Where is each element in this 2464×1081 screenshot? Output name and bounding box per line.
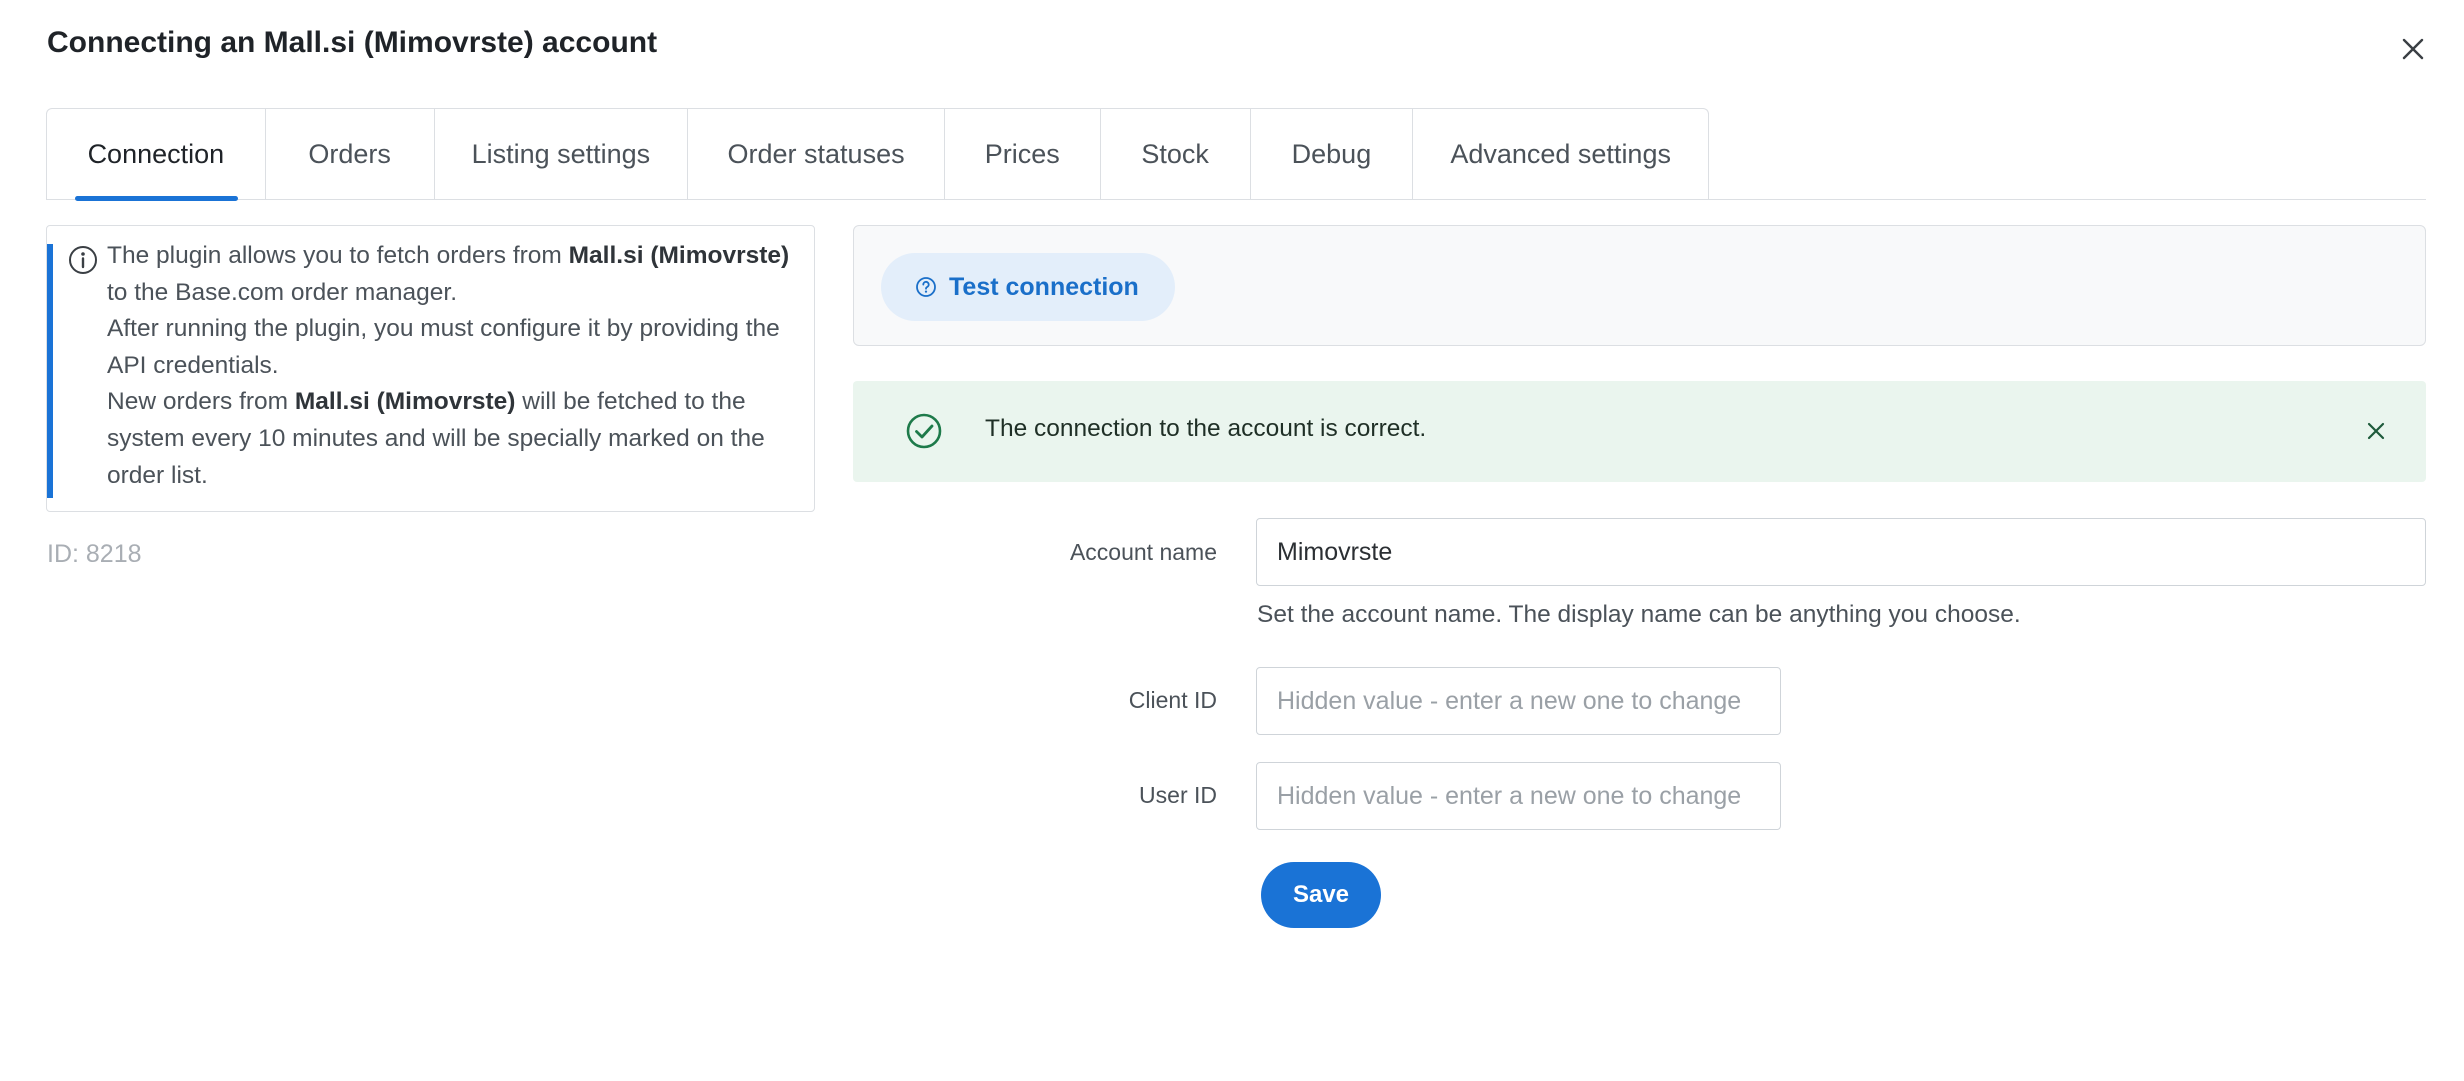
plugin-info-box: The plugin allows you to fetch orders fr… <box>46 225 815 512</box>
account-name-label: Account name <box>1069 539 1217 565</box>
info-accent-bar <box>47 244 53 498</box>
test-connection-panel: Test connection <box>853 225 2426 346</box>
client-id-input[interactable] <box>1256 667 1781 735</box>
save-button[interactable]: Save <box>1261 862 1381 928</box>
connection-modal: Connecting an Mall.si (Mimovrste) accoun… <box>0 0 2464 1081</box>
client-id-label: Client ID <box>1128 687 1217 713</box>
account-name-input[interactable] <box>1256 518 2426 586</box>
info-text-segment: to the Base.com order manager. <box>107 278 457 306</box>
info-text-segment: New orders from <box>107 388 295 416</box>
tab-label: Listing settings <box>471 138 651 169</box>
tab-bar: Connection Orders Listing settings Order… <box>46 108 2426 201</box>
info-text: The plugin allows you to fetch orders fr… <box>107 238 807 494</box>
info-paragraph-2: After running the plugin, you must confi… <box>107 315 780 379</box>
info-marketplace-name: Mall.si (Mimovrste) <box>294 388 516 416</box>
test-connection-label: Test connection <box>949 272 1139 301</box>
close-modal-button[interactable] <box>2398 34 2428 64</box>
info-marketplace-name: Mall.si (Mimovrste) <box>568 242 790 269</box>
account-id-label: ID: 8218 <box>47 540 142 568</box>
tab-orders[interactable]: Orders <box>266 109 435 199</box>
tab-label: Advanced settings <box>1450 138 1671 169</box>
test-connection-button[interactable]: Test connection <box>881 253 1175 321</box>
account-name-help-text: Set the account name. The display name c… <box>1257 601 2021 628</box>
tab-label: Debug <box>1291 138 1372 169</box>
tab-label: Orders <box>308 138 391 169</box>
tab-listing-settings[interactable]: Listing settings <box>435 109 689 199</box>
info-text-segment: The plugin allows you to fetch orders fr… <box>107 242 569 269</box>
tab-label: Connection <box>87 138 225 169</box>
tab-label: Prices <box>984 138 1060 169</box>
tab-label: Order statuses <box>727 138 905 169</box>
check-circle-icon <box>906 413 942 449</box>
modal-title: Connecting an Mall.si (Mimovrste) accoun… <box>47 26 658 59</box>
alert-message: The connection to the account is correct… <box>985 415 1427 442</box>
close-icon <box>2402 38 2424 60</box>
tab-debug[interactable]: Debug <box>1251 109 1414 199</box>
success-alert: The connection to the account is correct… <box>853 381 2426 482</box>
tab-prices[interactable]: Prices <box>945 109 1101 199</box>
close-alert-icon[interactable] <box>2363 418 2389 444</box>
user-id-label: User ID <box>1139 782 1217 808</box>
tab-order-statuses[interactable]: Order statuses <box>688 109 945 199</box>
tab-connection[interactable]: Connection <box>47 109 266 201</box>
tab-label: Stock <box>1141 138 1209 169</box>
info-paragraph-3: New orders from Mall.si (Mimovrste) will… <box>107 384 807 494</box>
question-circle-icon <box>916 277 936 297</box>
info-paragraph-1: The plugin allows you to fetch orders fr… <box>107 238 807 311</box>
user-id-input[interactable] <box>1256 762 1781 830</box>
tab-advanced-settings[interactable]: Advanced settings <box>1413 109 1708 199</box>
info-icon <box>69 246 97 274</box>
tab-stock[interactable]: Stock <box>1101 109 1251 199</box>
